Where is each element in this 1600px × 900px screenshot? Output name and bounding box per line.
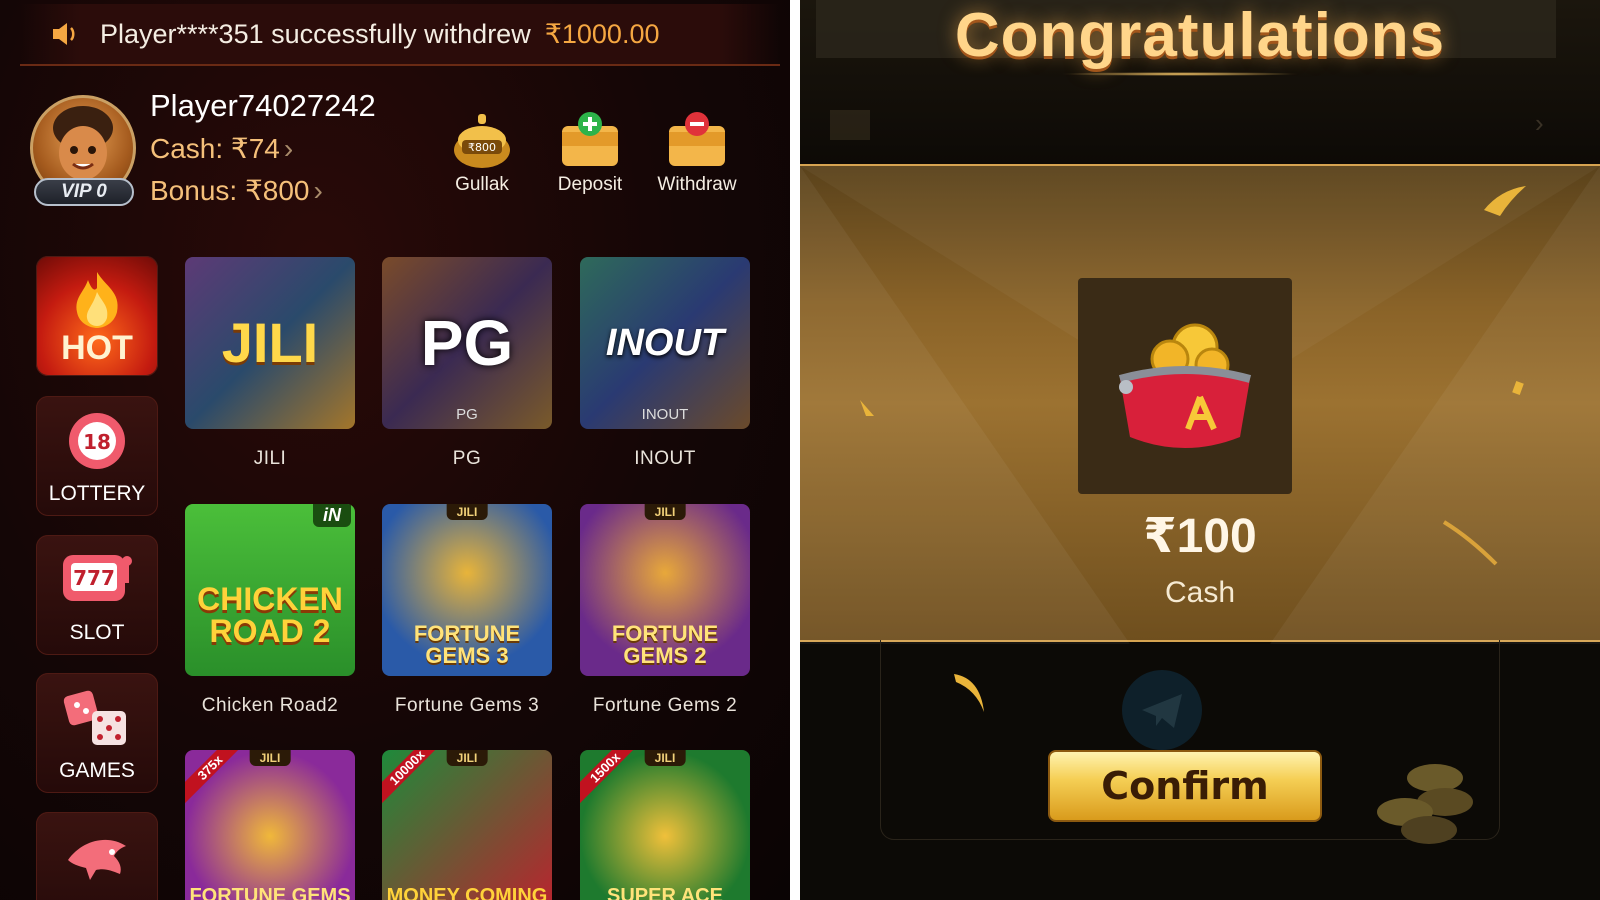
sidebar-item-label: GAMES <box>59 759 135 782</box>
card-icon <box>830 110 870 140</box>
dice-icon <box>36 687 158 751</box>
confetti-decoration <box>954 674 984 712</box>
slot-machine-icon: 777 <box>36 549 158 607</box>
panel-divider <box>790 0 800 900</box>
withdraw-button[interactable]: Withdraw <box>647 108 747 196</box>
vip-badge: VIP 0 <box>34 178 134 206</box>
sidebar-item-games[interactable]: GAMES <box>36 673 158 793</box>
provider-sub-label: INOUT <box>641 406 689 423</box>
game-tile-chicken-road2[interactable]: iN CHICKEN ROAD 2 <box>185 504 355 676</box>
flame-icon <box>36 270 158 330</box>
wallet-minus-icon <box>647 108 747 170</box>
withdraw-label: Withdraw <box>657 174 737 195</box>
bonus-balance[interactable]: Bonus: ₹800 › <box>150 174 323 207</box>
confetti-decoration <box>1512 380 1524 396</box>
bonus-balance-text: Bonus: ₹800 <box>150 175 310 206</box>
reward-item-box <box>1078 278 1292 494</box>
game-label: Fortune Gems 2 <box>592 695 738 716</box>
game-tile-money-coming[interactable]: JILI 10000x MONEY COMING <box>382 750 552 900</box>
confirm-button[interactable]: Confirm <box>1048 750 1322 822</box>
telegram-icon <box>1122 670 1202 750</box>
player-name: Player74027242 <box>150 88 376 123</box>
slot-badge: 777 <box>73 566 115 590</box>
provider-tile-inout[interactable]: INOUT INOUT <box>580 257 750 429</box>
provider-tag: iN <box>313 504 351 527</box>
announcement-amount: ₹1000.00 <box>544 18 660 49</box>
cash-balance[interactable]: Cash: ₹74 › <box>150 132 293 165</box>
coin-purse-icon <box>1100 309 1270 464</box>
game-tile-fortune-gems-2[interactable]: JILI FORTUNE GEMS 2 <box>580 504 750 676</box>
provider-label: INOUT <box>634 448 696 469</box>
deposit-label: Deposit <box>557 174 623 195</box>
piggy-bank-icon: ₹800 <box>432 108 532 170</box>
provider-logo: INOUT <box>605 322 725 364</box>
sidebar-item-label: SLOT <box>69 621 125 644</box>
deposit-button[interactable]: Deposit <box>540 108 640 196</box>
provider-tag: JILI <box>446 750 488 766</box>
game-tile-fortune-gems-3[interactable]: JILI FORTUNE GEMS 3 <box>382 504 552 676</box>
lottery-ball-icon: 18 <box>36 410 158 472</box>
wallet-plus-icon <box>540 108 640 170</box>
game-tile-fortune-gems[interactable]: JILI 375x FORTUNE GEMS <box>185 750 355 900</box>
multiplier-tag: 1500x <box>580 750 643 805</box>
confetti-decoration <box>860 400 874 416</box>
coin-stack-icon <box>1377 764 1473 844</box>
provider-tile-jili[interactable]: JILI <box>185 257 355 429</box>
multiplier-tag: 10000x <box>382 750 445 805</box>
provider-tag: JILI <box>644 504 686 520</box>
casino-lobby-panel: Player****351 successfully withdrew ₹100… <box>0 0 790 900</box>
lottery-badge: 18 <box>83 430 111 454</box>
provider-label: JILI <box>253 448 287 469</box>
dialog-title: Congratulations <box>954 1 1446 70</box>
gullak-label: Gullak <box>455 174 509 195</box>
game-logo: CHICKEN ROAD 2 <box>197 581 343 649</box>
sidebar-item-label: LOTTERY <box>48 482 146 505</box>
provider-label: PG <box>452 448 482 469</box>
announcement-text: Player****351 successfully withdrew <box>100 18 531 49</box>
withdraw-announcement-bar: Player****351 successfully withdrew ₹100… <box>20 4 780 66</box>
cash-balance-text: Cash: ₹74 <box>150 133 280 164</box>
game-logo: MONEY COMING <box>386 885 548 900</box>
chevron-right-icon: › <box>283 133 294 164</box>
provider-tag: JILI <box>249 750 291 766</box>
game-tile-super-ace[interactable]: JILI 1500x SUPER ACE <box>580 750 750 900</box>
game-label: Fortune Gems 3 <box>394 695 540 716</box>
shark-icon <box>36 826 158 886</box>
gullak-button[interactable]: ₹800 Gullak <box>432 108 532 196</box>
game-label: Chicken Road2 <box>201 695 339 716</box>
provider-tag: JILI <box>644 750 686 766</box>
sidebar-item-slot[interactable]: 777 SLOT <box>36 535 158 655</box>
provider-logo: JILI <box>221 311 319 374</box>
multiplier-tag: 375x <box>185 750 248 805</box>
provider-sub-label: PG <box>456 406 478 423</box>
confetti-decoration <box>1484 186 1526 216</box>
provider-tag: JILI <box>446 504 488 520</box>
sidebar-item-label: HOT <box>61 329 133 367</box>
sidebar-item-fishing[interactable] <box>36 812 158 900</box>
confetti-decoration <box>1442 520 1498 566</box>
provider-logo: PG <box>420 307 514 379</box>
provider-tile-pg[interactable]: PG PG <box>382 257 552 429</box>
game-logo: FORTUNE GEMS 2 <box>611 621 719 668</box>
speaker-icon <box>50 18 82 50</box>
reward-type: Cash <box>1164 576 1236 609</box>
chevron-right-icon: › <box>313 175 323 206</box>
title-glow <box>1060 72 1300 76</box>
game-logo: FORTUNE GEMS <box>189 885 351 900</box>
game-logo: FORTUNE GEMS 3 <box>413 621 521 668</box>
gullak-badge: ₹800 <box>468 141 496 154</box>
chevron-right-icon: › <box>1535 108 1544 138</box>
sidebar-item-hot[interactable]: HOT <box>36 256 158 376</box>
game-logo: SUPER ACE <box>607 885 723 900</box>
reward-dialog-screen: › Congratulations ₹100 Cash Confirm <box>800 0 1600 900</box>
sidebar-item-lottery[interactable]: 18 LOTTERY <box>36 396 158 516</box>
